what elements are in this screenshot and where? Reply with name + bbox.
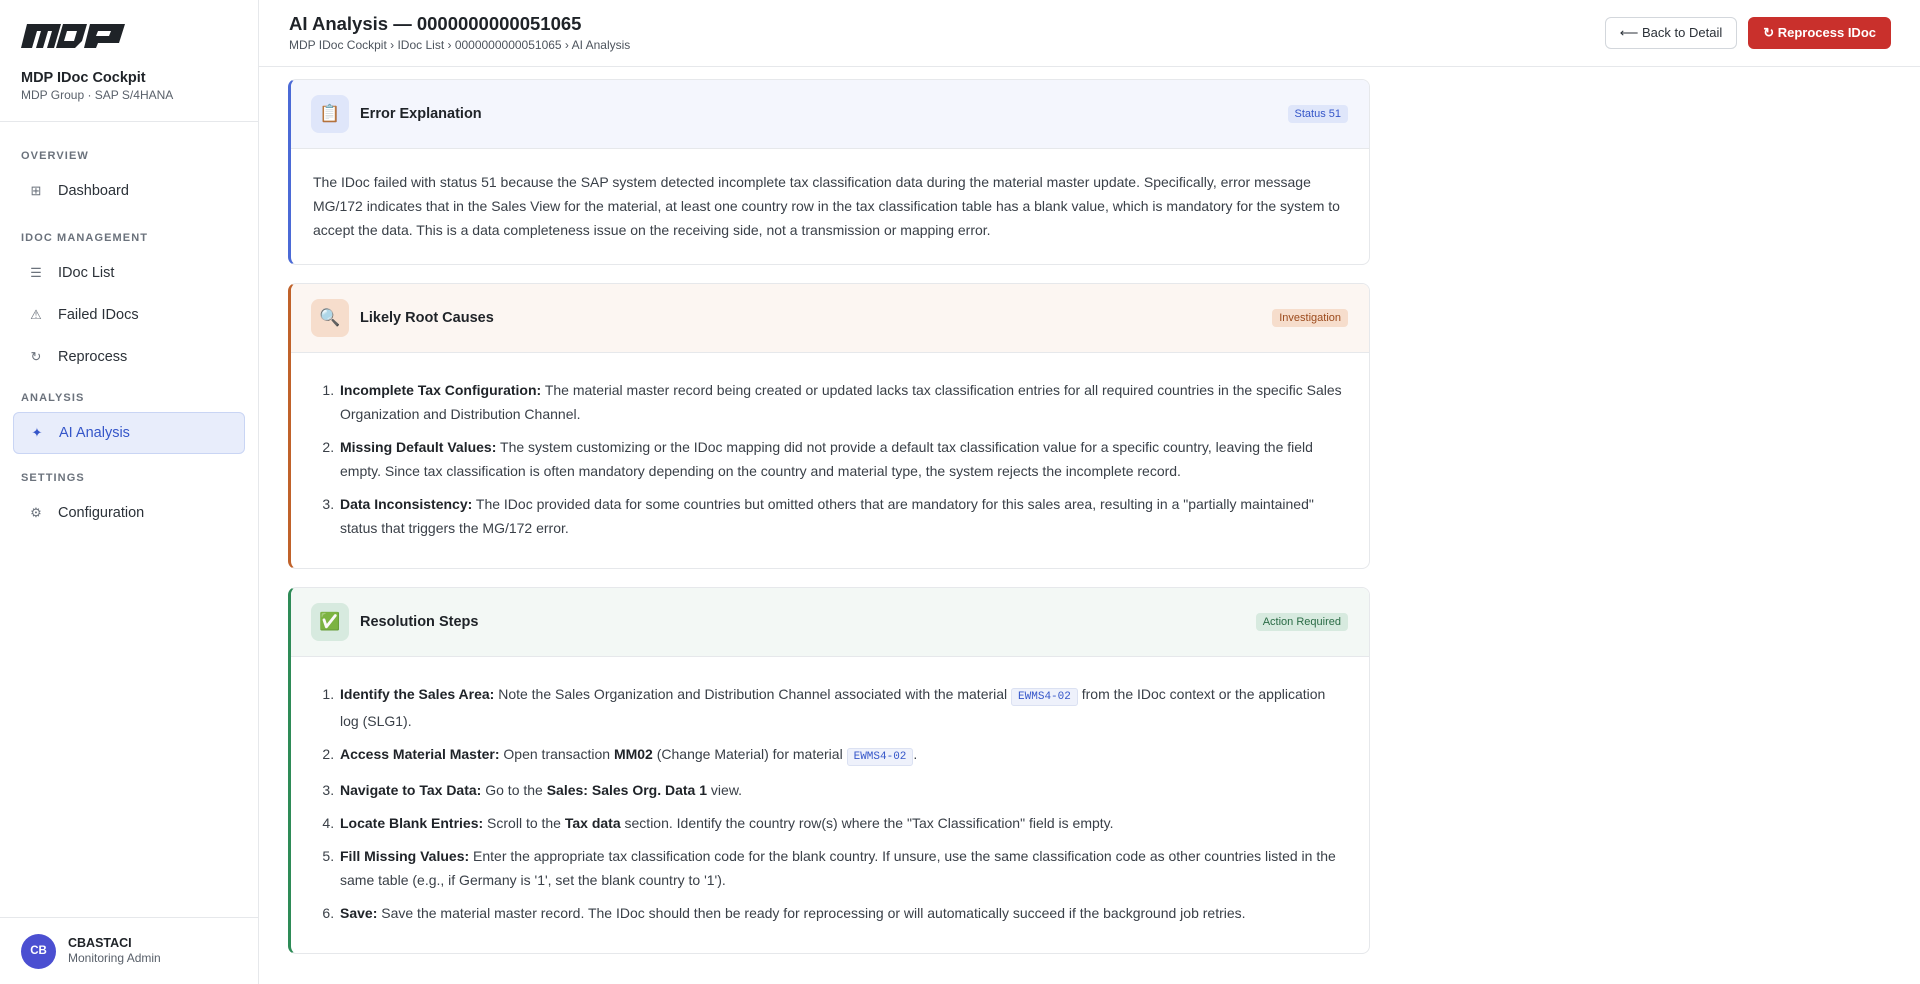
magnifier-icon: 🔍 — [311, 299, 349, 337]
step-title: Identify the Sales Area: — [340, 686, 495, 702]
brand-title: MDP IDoc Cockpit — [21, 70, 146, 86]
main-content: AI Analysis — 0000000000051065 MDP IDoc … — [259, 0, 1920, 984]
sidebar-item-label: Failed IDocs — [58, 307, 139, 323]
card-header: ✅ Resolution Steps Action Required — [291, 588, 1369, 657]
step-title: Navigate to Tax Data: — [340, 782, 482, 798]
sidebar-item-idoc-list[interactable]: ☰ IDoc List — [13, 252, 245, 294]
card-header: 📋 Error Explanation Status 51 — [291, 80, 1369, 149]
list-item: Identify the Sales Area: Note the Sales … — [338, 682, 1347, 733]
sidebar-item-ai-analysis[interactable]: ✦ AI Analysis — [13, 412, 245, 454]
grid-icon: ⊞ — [30, 183, 42, 198]
card-title: Resolution Steps — [360, 614, 479, 630]
item-title: Incomplete Tax Configuration: — [340, 382, 542, 398]
action-required-badge: Action Required — [1255, 613, 1348, 631]
mdp-logo — [21, 24, 125, 48]
reprocess-idoc-button[interactable]: ↻ Reprocess IDoc — [1748, 17, 1891, 49]
status-badge: Status 51 — [1287, 105, 1348, 123]
sidebar-item-reprocess[interactable]: ↻ Reprocess — [13, 336, 245, 378]
step-text: section. Identify the country row(s) whe… — [620, 815, 1114, 831]
back-to-detail-button[interactable]: ⟵ Back to Detail — [1604, 17, 1738, 49]
analysis-content: 📋 Error Explanation Status 51 The IDoc f… — [259, 67, 1920, 954]
step-text: . — [913, 746, 918, 762]
list-icon: ☰ — [30, 265, 42, 280]
brand: MDP IDoc Cockpit MDP Group · SAP S/4HANA — [0, 0, 258, 122]
sidebar: MDP IDoc Cockpit MDP Group · SAP S/4HANA… — [0, 0, 259, 984]
sidebar-item-label: Configuration — [58, 505, 145, 521]
brand-subtitle: MDP Group · SAP S/4HANA — [21, 88, 174, 102]
step-title: Fill Missing Values: — [340, 848, 470, 864]
user-profile[interactable]: CB CBASTACI Monitoring Admin — [0, 917, 258, 984]
breadcrumb: MDP IDoc Cockpit › IDoc List › 000000000… — [289, 38, 631, 52]
card-title: Likely Root Causes — [360, 310, 494, 326]
material-code: EWMS4-02 — [846, 748, 914, 766]
gear-icon: ⚙ — [30, 505, 42, 520]
item-title: Missing Default Values: — [340, 439, 497, 455]
step-text: Note the Sales Organization and Distribu… — [494, 686, 1012, 702]
sidebar-item-label: Reprocess — [58, 349, 128, 365]
error-explanation-card: 📋 Error Explanation Status 51 The IDoc f… — [288, 79, 1370, 265]
step-text: Enter the appropriate tax classification… — [340, 848, 1336, 888]
step-title: Locate Blank Entries: — [340, 815, 484, 831]
resolution-steps-list: Identify the Sales Area: Note the Sales … — [313, 682, 1347, 925]
sidebar-item-label: Dashboard — [58, 183, 129, 199]
list-item: Navigate to Tax Data: Go to the Sales: S… — [338, 778, 1347, 802]
transaction-code: MM02 — [613, 746, 653, 762]
checkbox-icon: ✅ — [311, 603, 349, 641]
list-item: Fill Missing Values: Enter the appropria… — [338, 844, 1347, 892]
card-header: 🔍 Likely Root Causes Investigation — [291, 284, 1369, 353]
page-title: AI Analysis — 0000000000051065 — [289, 13, 582, 34]
resolution-steps-card: ✅ Resolution Steps Action Required Ident… — [288, 587, 1370, 954]
card-body: The IDoc failed with status 51 because t… — [313, 174, 1340, 238]
sidebar-item-dashboard[interactable]: ⊞ Dashboard — [13, 170, 245, 212]
sidebar-item-label: AI Analysis — [59, 425, 130, 441]
sidebar-item-failed-idocs[interactable]: ⚠ Failed IDocs — [13, 294, 245, 336]
clipboard-icon: 📋 — [311, 95, 349, 133]
step-text: Save the material master record. The IDo… — [377, 905, 1246, 921]
refresh-icon: ↻ — [30, 349, 42, 364]
step-text: Go to the — [481, 782, 547, 798]
root-causes-list: Incomplete Tax Configuration: The materi… — [313, 378, 1347, 540]
list-item: Incomplete Tax Configuration: The materi… — [338, 378, 1347, 426]
step-text: view. — [707, 782, 743, 798]
nav-section-overview: OVERVIEW — [21, 150, 89, 162]
sidebar-nav: OVERVIEW ⊞ Dashboard IDOC MANAGEMENT ☰ I… — [0, 122, 258, 534]
avatar: CB — [21, 933, 56, 969]
step-title: Access Material Master: — [340, 746, 500, 762]
page-header: AI Analysis — 0000000000051065 MDP IDoc … — [259, 0, 1920, 67]
sidebar-item-configuration[interactable]: ⚙ Configuration — [13, 492, 245, 534]
step-title: Save: — [340, 905, 378, 921]
list-item: Missing Default Values: The system custo… — [338, 435, 1347, 483]
item-text: The IDoc provided data for some countrie… — [340, 496, 1314, 536]
item-title: Data Inconsistency: — [340, 496, 473, 512]
list-item: Save: Save the material master record. T… — [338, 901, 1347, 925]
user-role: Monitoring Admin — [68, 951, 161, 965]
step-text: Open transaction — [499, 746, 614, 762]
section-name: Tax data — [564, 815, 621, 831]
view-name: Sales: Sales Org. Data 1 — [546, 782, 708, 798]
user-name: CBASTACI — [68, 936, 132, 950]
card-body: Incomplete Tax Configuration: The materi… — [291, 353, 1369, 568]
card-body: Identify the Sales Area: Note the Sales … — [291, 657, 1369, 953]
card-title: Error Explanation — [360, 106, 482, 122]
warning-icon: ⚠ — [30, 307, 42, 322]
sidebar-item-label: IDoc List — [58, 265, 115, 281]
sparkle-icon: ✦ — [31, 425, 43, 440]
investigation-badge: Investigation — [1272, 309, 1348, 327]
list-item: Data Inconsistency: The IDoc provided da… — [338, 492, 1347, 540]
list-item: Locate Blank Entries: Scroll to the Tax … — [338, 811, 1347, 835]
step-text: Scroll to the — [483, 815, 565, 831]
list-item: Access Material Master: Open transaction… — [338, 742, 1347, 769]
root-causes-card: 🔍 Likely Root Causes Investigation Incom… — [288, 283, 1370, 569]
step-text: (Change Material) for material — [652, 746, 847, 762]
material-code: EWMS4-02 — [1011, 688, 1078, 706]
nav-section-settings: SETTINGS — [21, 472, 85, 484]
nav-section-idoc-management: IDOC MANAGEMENT — [21, 232, 149, 244]
nav-section-analysis: ANALYSIS — [21, 392, 85, 404]
